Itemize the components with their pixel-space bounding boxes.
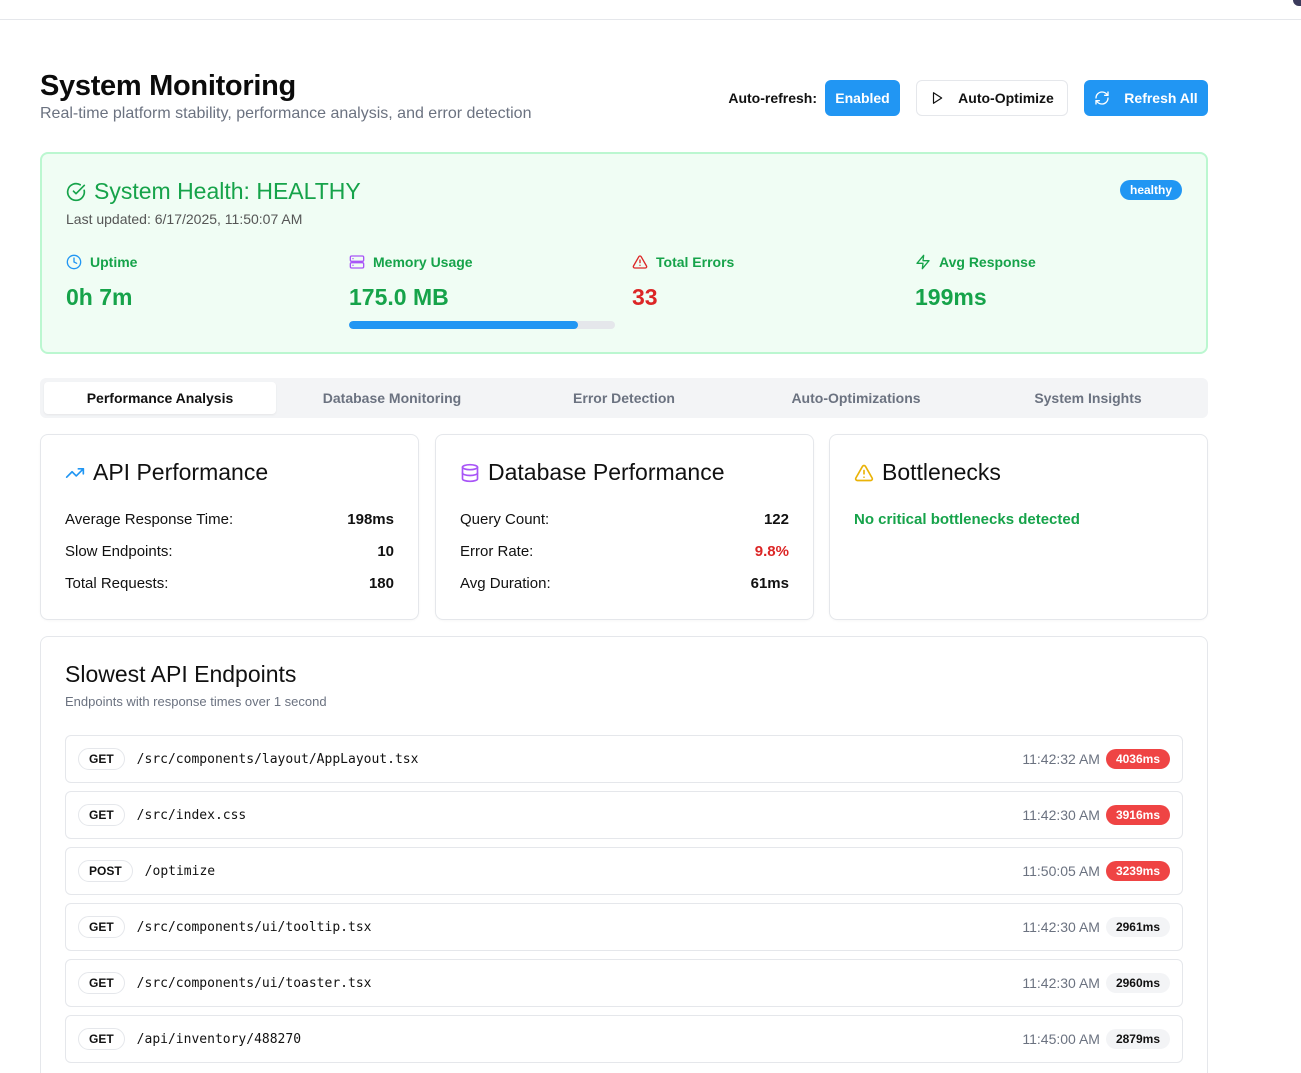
bottlenecks-title: Bottlenecks: [854, 459, 1001, 486]
http-method-badge: GET: [78, 1028, 125, 1050]
memory-usage-value: 175.0 MB: [349, 284, 449, 310]
stat-row: Slow Endpoints: 10: [65, 543, 394, 560]
http-method-badge: GET: [78, 804, 125, 826]
tab-database-monitoring[interactable]: Database Monitoring: [276, 382, 508, 414]
top-bar: [0, 0, 1301, 20]
endpoint-timestamp: 11:42:30 AM: [1022, 807, 1100, 823]
bottlenecks-card: Bottlenecks No critical bottlenecks dete…: [829, 434, 1208, 620]
server-icon: [349, 255, 365, 269]
alert-triangle-icon: [632, 255, 648, 269]
system-health-title: System Health: HEALTHY: [66, 178, 361, 205]
avg-response-metric: Avg Response 199ms: [915, 254, 1183, 311]
uptime-label: Uptime: [90, 254, 138, 270]
memory-usage-metric: Memory Usage 175.0 MB: [349, 254, 617, 329]
header-actions: Auto-refresh: Enabled Auto-Optimize Refr…: [728, 80, 1208, 116]
endpoint-duration-badge: 2961ms: [1105, 917, 1170, 937]
memory-usage-progress: [349, 321, 615, 329]
tab-performance-analysis[interactable]: Performance Analysis: [44, 382, 276, 414]
endpoint-duration-badge: 3916ms: [1105, 805, 1170, 825]
slowest-endpoints-title: Slowest API Endpoints: [65, 661, 297, 687]
tab-auto-optimizations[interactable]: Auto-Optimizations: [740, 382, 972, 414]
database-performance-title: Database Performance: [460, 459, 725, 486]
endpoint-timestamp: 11:42:30 AM: [1022, 919, 1100, 935]
alert-triangle-icon: [854, 464, 874, 481]
play-icon: [933, 92, 943, 104]
endpoint-duration-badge: 2960ms: [1105, 973, 1170, 993]
health-status-badge: healthy: [1119, 180, 1182, 200]
avg-response-label: Avg Response: [939, 254, 1036, 270]
endpoint-row[interactable]: POST /optimize 11:50:05 AM 3239ms: [65, 847, 1183, 895]
stat-row: Query Count: 122: [460, 511, 789, 528]
refresh-all-button[interactable]: Refresh All: [1084, 80, 1208, 116]
endpoint-path: /src/components/ui/tooltip.tsx: [136, 919, 372, 935]
bottlenecks-message: No critical bottlenecks detected: [854, 511, 1080, 528]
stat-row: Avg Duration: 61ms: [460, 575, 789, 592]
avg-response-value: 199ms: [915, 284, 987, 310]
endpoint-timestamp: 11:50:05 AM: [1022, 863, 1100, 879]
memory-usage-label: Memory Usage: [373, 254, 473, 270]
slowest-endpoints-card: Slowest API Endpoints Endpoints with res…: [40, 636, 1208, 1073]
endpoint-path: /optimize: [144, 863, 216, 879]
api-performance-title: API Performance: [65, 459, 268, 486]
page-header: System Monitoring Real-time platform sta…: [40, 70, 1208, 130]
auto-refresh-label: Auto-refresh:: [728, 90, 817, 106]
endpoint-row[interactable]: GET /src/components/ui/tooltip.tsx 11:42…: [65, 903, 1183, 951]
auto-refresh-toggle-button[interactable]: Enabled: [825, 80, 900, 116]
endpoint-row[interactable]: GET /src/components/layout/AppLayout.tsx…: [65, 735, 1183, 783]
endpoint-timestamp: 11:42:30 AM: [1022, 975, 1100, 991]
memory-usage-progress-fill: [349, 321, 578, 329]
system-health-panel: System Health: HEALTHY Last updated: 6/1…: [40, 152, 1208, 354]
database-performance-card: Database Performance Query Count: 122 Er…: [435, 434, 814, 620]
trending-up-icon: [65, 467, 85, 478]
tab-error-detection[interactable]: Error Detection: [508, 382, 740, 414]
uptime-value: 0h 7m: [66, 284, 133, 310]
endpoint-duration-badge: 4036ms: [1105, 749, 1170, 769]
clock-icon: [66, 254, 82, 270]
endpoint-duration-badge: 2879ms: [1105, 1029, 1170, 1049]
slowest-endpoints-subtitle: Endpoints with response times over 1 sec…: [65, 694, 327, 709]
auto-optimize-label: Auto-Optimize: [958, 90, 1054, 106]
endpoint-path: /api/inventory/488270: [136, 1031, 302, 1047]
tab-system-insights[interactable]: System Insights: [972, 382, 1204, 414]
total-errors-value: 33: [632, 284, 658, 310]
endpoint-row[interactable]: GET /src/index.css 11:42:30 AM 3916ms: [65, 791, 1183, 839]
database-icon: [461, 463, 479, 482]
endpoint-timestamp: 11:45:00 AM: [1022, 1031, 1100, 1047]
api-performance-card: API Performance Average Response Time: 1…: [40, 434, 419, 620]
zap-icon: [916, 254, 930, 270]
endpoint-row[interactable]: GET /api/inventory/488270 11:45:00 AM 28…: [65, 1015, 1183, 1063]
endpoint-path: /src/components/ui/toaster.tsx: [136, 975, 372, 991]
stat-row: Error Rate: 9.8%: [460, 543, 789, 560]
total-errors-metric: Total Errors 33: [632, 254, 900, 311]
endpoint-path: /src/components/layout/AppLayout.tsx: [136, 751, 419, 767]
last-updated-text: Last updated: 6/17/2025, 11:50:07 AM: [66, 211, 303, 227]
http-method-badge: GET: [78, 916, 125, 938]
stat-row: Average Response Time: 198ms: [65, 511, 394, 528]
auto-optimize-button[interactable]: Auto-Optimize: [916, 80, 1068, 116]
http-method-badge: GET: [78, 748, 125, 770]
refresh-icon: [1095, 91, 1109, 105]
endpoint-timestamp: 11:42:32 AM: [1022, 751, 1100, 767]
total-errors-label: Total Errors: [656, 254, 735, 270]
endpoint-row[interactable]: GET /src/components/ui/toaster.tsx 11:42…: [65, 959, 1183, 1007]
check-circle-icon: [66, 182, 86, 201]
http-method-badge: GET: [78, 972, 125, 994]
uptime-metric: Uptime 0h 7m: [66, 254, 334, 311]
system-health-title-text: System Health: HEALTHY: [94, 178, 361, 204]
http-method-badge: POST: [78, 860, 133, 882]
stat-row: Total Requests: 180: [65, 575, 394, 592]
endpoint-path: /src/index.css: [136, 807, 247, 823]
monitoring-tabs: Performance Analysis Database Monitoring…: [40, 378, 1208, 418]
endpoint-duration-badge: 3239ms: [1105, 861, 1170, 881]
refresh-all-label: Refresh All: [1124, 90, 1198, 106]
